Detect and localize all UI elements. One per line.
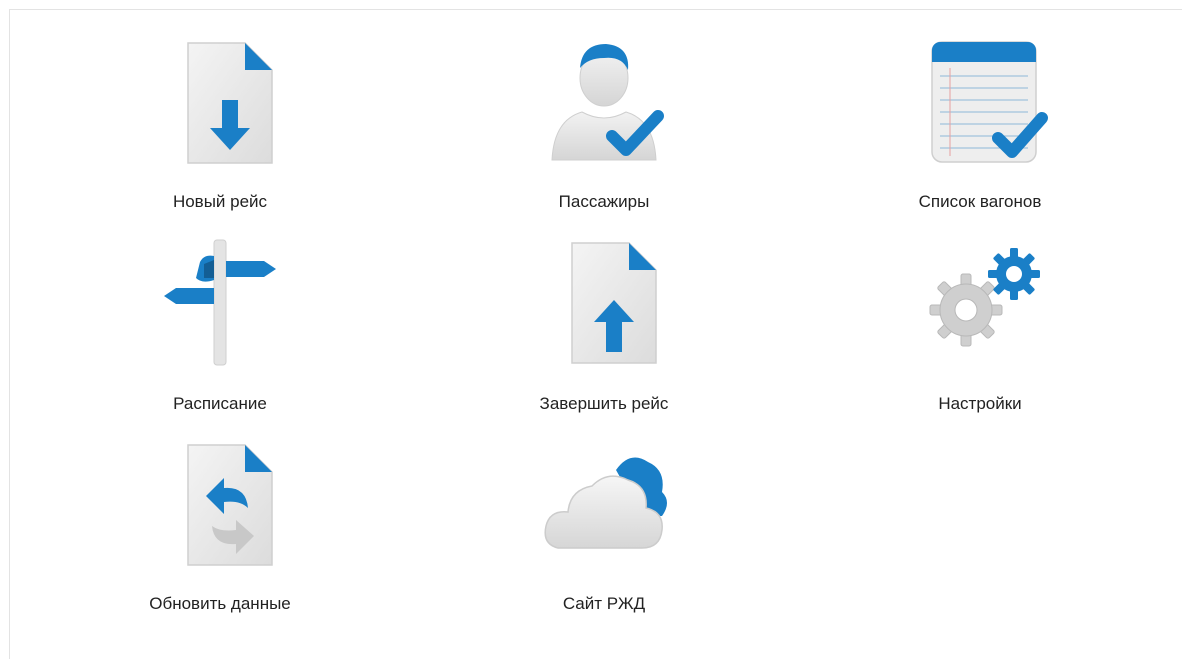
tile-label: Настройки xyxy=(938,394,1022,413)
tile-settings[interactable]: Настройки xyxy=(860,228,1100,418)
tile-finish-trip[interactable]: Завершить рейс xyxy=(484,228,724,418)
file-download-icon xyxy=(150,28,290,178)
file-sync-icon xyxy=(150,430,290,580)
tile-rzd-site[interactable]: Сайт РЖД xyxy=(484,430,724,620)
tile-passengers[interactable]: Пассажиры xyxy=(484,28,724,218)
gears-icon xyxy=(910,228,1050,378)
tile-label: Сайт РЖД xyxy=(562,594,646,613)
tile-label: Список вагонов xyxy=(918,192,1042,211)
tile-new-trip[interactable]: Новый рейс xyxy=(100,28,340,218)
cloud-icon xyxy=(534,430,674,580)
tile-schedule[interactable]: Расписание xyxy=(100,228,340,418)
tile-wagon-list[interactable]: Список вагонов xyxy=(860,28,1100,218)
signpost-icon xyxy=(150,228,290,378)
tile-label: Обновить данные xyxy=(149,594,291,613)
tile-label: Расписание xyxy=(173,394,267,413)
tile-update-data[interactable]: Обновить данные xyxy=(100,430,340,620)
tile-label: Новый рейс xyxy=(172,192,268,211)
file-upload-icon xyxy=(534,228,674,378)
tile-label: Пассажиры xyxy=(558,192,650,211)
notepad-check-icon xyxy=(910,28,1050,178)
tile-label: Завершить рейс xyxy=(539,394,669,413)
user-check-icon xyxy=(534,28,674,178)
